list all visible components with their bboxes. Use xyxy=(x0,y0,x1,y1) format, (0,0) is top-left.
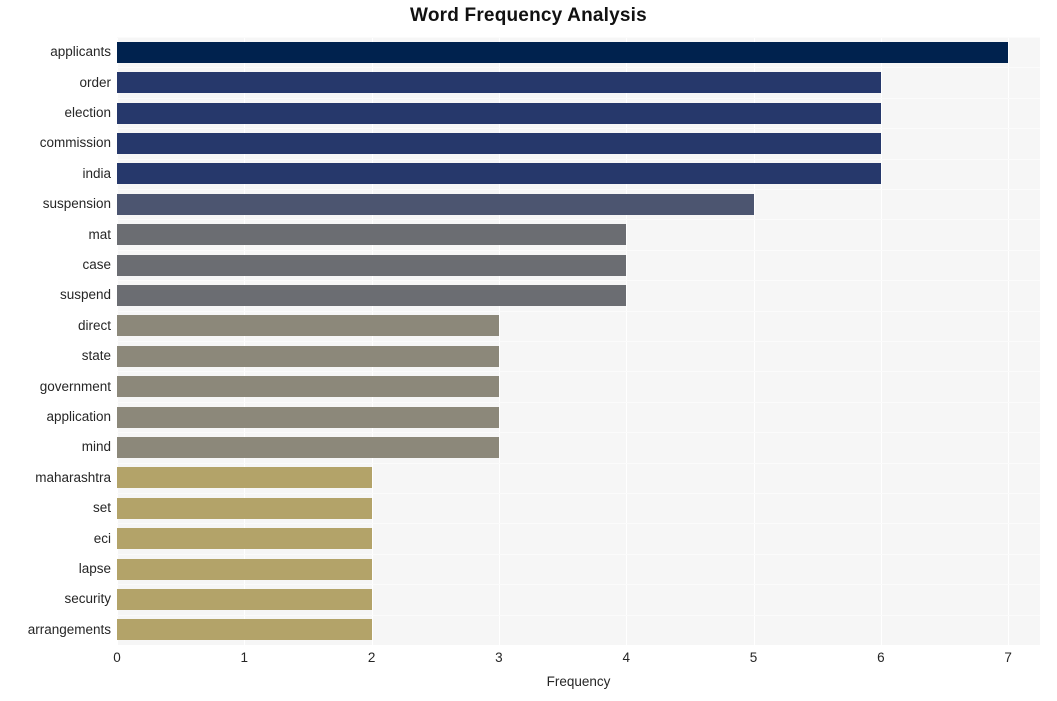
bar xyxy=(117,345,499,367)
gridline-horizontal xyxy=(117,432,1040,433)
bar xyxy=(117,315,499,337)
y-axis-tick-label: state xyxy=(81,348,111,364)
bar xyxy=(117,41,1009,63)
bar xyxy=(117,224,627,246)
y-axis-tick-label: election xyxy=(64,105,111,120)
x-axis-tick-label: 7 xyxy=(1004,650,1012,665)
gridline-horizontal xyxy=(117,402,1040,403)
y-axis-tick-label: order xyxy=(79,74,111,90)
bar xyxy=(117,254,627,276)
y-axis-tick-label: security xyxy=(64,591,111,607)
gridline-horizontal xyxy=(117,189,1040,190)
y-axis-tick-label: maharashtra xyxy=(35,469,111,485)
y-axis-tick-label: mat xyxy=(88,226,111,242)
gridline-horizontal xyxy=(117,493,1040,494)
y-axis-tick-label: direct xyxy=(77,317,111,333)
plot-area xyxy=(117,37,1040,645)
x-axis-tick-label: 0 xyxy=(113,650,121,665)
bar xyxy=(117,406,499,428)
gridline-horizontal xyxy=(117,98,1040,99)
x-axis-tick-labels: 0 1 2 3 4 5 6 7 xyxy=(0,650,1057,670)
x-axis-tick-label: 2 xyxy=(367,650,376,665)
y-axis-tick-label: suspend xyxy=(59,287,111,303)
gridline-horizontal xyxy=(117,341,1040,342)
bar xyxy=(117,528,372,550)
x-axis-tick-label: 1 xyxy=(240,650,249,665)
gridline-horizontal xyxy=(117,280,1040,281)
bar xyxy=(117,193,754,215)
gridline-horizontal xyxy=(117,128,1040,129)
gridline-horizontal xyxy=(117,37,1040,38)
bar xyxy=(117,72,881,94)
chart-title: Word Frequency Analysis xyxy=(410,5,647,26)
bar xyxy=(117,376,499,398)
gridline-horizontal xyxy=(117,584,1040,585)
y-axis-tick-label: application xyxy=(46,409,111,424)
gridline-horizontal xyxy=(117,219,1040,220)
gridline-horizontal xyxy=(117,311,1040,312)
bar xyxy=(117,102,881,124)
bar xyxy=(117,436,499,458)
y-axis-tick-label: government xyxy=(39,378,111,394)
y-axis-tick-labels: applicants order election commission india su… xyxy=(0,37,111,645)
y-axis-tick-label: eci xyxy=(93,530,111,546)
word-frequency-chart-figure: Word Frequency Analysis applicants order e… xyxy=(0,0,1057,701)
bar xyxy=(117,497,372,519)
gridline-horizontal xyxy=(117,250,1040,251)
bar xyxy=(117,467,372,489)
y-axis-tick-label: lapse xyxy=(78,561,111,576)
gridline-horizontal xyxy=(117,615,1040,616)
bar xyxy=(117,163,881,185)
gridline-horizontal xyxy=(117,523,1040,524)
y-axis-tick-label: applicants xyxy=(50,44,111,60)
x-axis-tick-label: 4 xyxy=(622,650,630,665)
gridline-horizontal xyxy=(117,371,1040,372)
y-axis-tick-label: suspension xyxy=(42,196,111,212)
bar xyxy=(117,619,372,641)
x-axis-tick-label: 6 xyxy=(877,650,885,665)
y-axis-tick-label: arrangements xyxy=(27,621,111,637)
gridline-horizontal xyxy=(117,67,1040,68)
gridline-horizontal xyxy=(117,159,1040,160)
y-axis-tick-label: set xyxy=(92,500,111,516)
bar xyxy=(117,558,372,580)
x-axis-tick-label: 3 xyxy=(495,650,503,665)
gridline-horizontal xyxy=(117,463,1040,464)
bar xyxy=(117,588,372,610)
gridline-horizontal xyxy=(117,554,1040,555)
x-axis-title: Frequency xyxy=(546,674,611,689)
y-axis-tick-label: mind xyxy=(81,439,111,455)
bar xyxy=(117,132,881,154)
bar xyxy=(117,284,627,306)
x-axis-tick-label: 5 xyxy=(749,650,758,665)
y-axis-tick-label: commission xyxy=(39,135,111,151)
y-axis-tick-label: india xyxy=(82,165,111,181)
y-axis-tick-label: case xyxy=(82,257,111,272)
